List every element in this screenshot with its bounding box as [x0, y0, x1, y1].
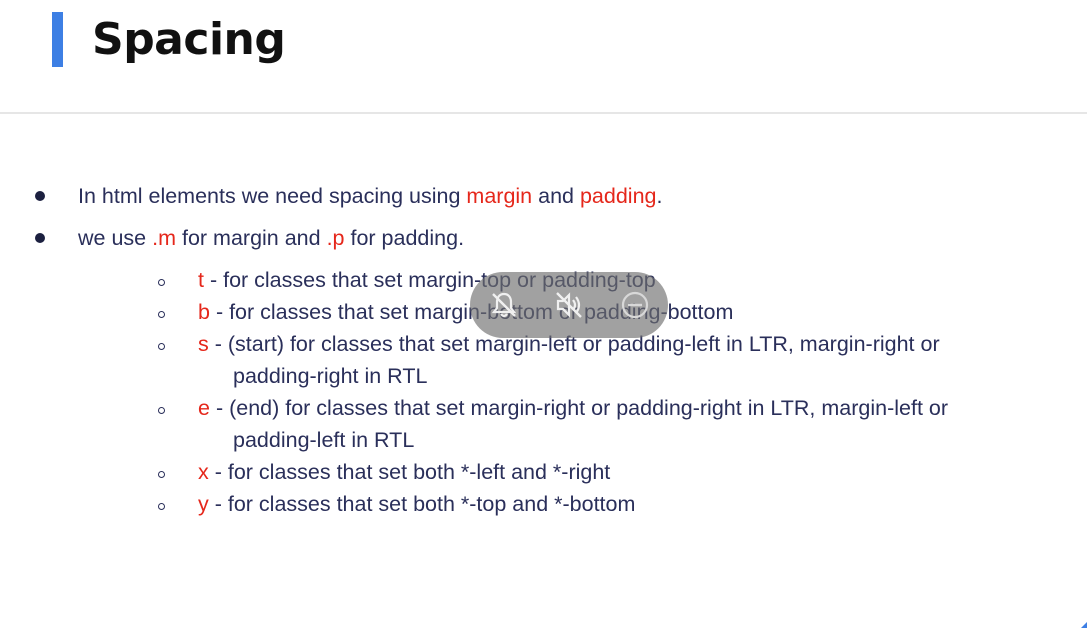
sub-item-y: y - for classes that set both *-top and … — [198, 490, 635, 518]
sub-item-key: e — [198, 396, 210, 420]
keyword-m: .m — [152, 226, 176, 250]
sub-bullet-circle — [158, 343, 165, 350]
sub-item-continuation: padding-right in RTL — [233, 364, 428, 388]
text-segment: we use — [78, 226, 153, 250]
sub-item-x: x - for classes that set both *-left and… — [198, 458, 610, 486]
sub-item-key: x — [198, 460, 209, 484]
sub-bullet-circle — [158, 311, 165, 318]
sub-bullet-circle — [158, 279, 165, 286]
sub-item-key: y — [198, 492, 209, 516]
sub-item-text: - for classes that set both *-top and *-… — [208, 492, 636, 516]
sub-bullet-circle — [158, 503, 165, 510]
bullet-dot — [35, 233, 45, 243]
text-segment: In html elements we need spacing using — [78, 184, 467, 208]
text-segment: for padding. — [344, 226, 465, 250]
bullet-text: we use .m for margin and .p for padding. — [78, 224, 464, 252]
text-segment: and — [532, 184, 580, 208]
do-not-disturb-icon[interactable] — [619, 289, 651, 321]
quick-settings-overlay — [470, 272, 668, 338]
bullet-text: In html elements we need spacing using m… — [78, 182, 662, 210]
sub-item-text: - (end) for classes that set margin-righ… — [209, 396, 949, 420]
corner-marker — [1081, 622, 1087, 628]
volume-off-icon[interactable] — [553, 289, 585, 321]
sub-item-key: b — [198, 300, 210, 324]
bullet-dot — [35, 191, 45, 201]
sub-item-continuation: padding-left in RTL — [233, 428, 415, 452]
keyword-margin: margin — [466, 184, 533, 208]
keyword-padding: padding — [579, 184, 657, 208]
sub-bullet-circle — [158, 407, 165, 414]
text-segment: . — [656, 184, 663, 208]
sub-item-text: - for classes that set both *-left and *… — [208, 460, 611, 484]
sub-bullet-circle — [158, 471, 165, 478]
bell-off-icon[interactable] — [488, 289, 520, 321]
text-segment: for margin and — [176, 226, 327, 250]
sub-item-e: e - (end) for classes that set margin-ri… — [198, 394, 948, 422]
keyword-p: .p — [326, 226, 345, 250]
sub-item-key: s — [198, 332, 209, 356]
